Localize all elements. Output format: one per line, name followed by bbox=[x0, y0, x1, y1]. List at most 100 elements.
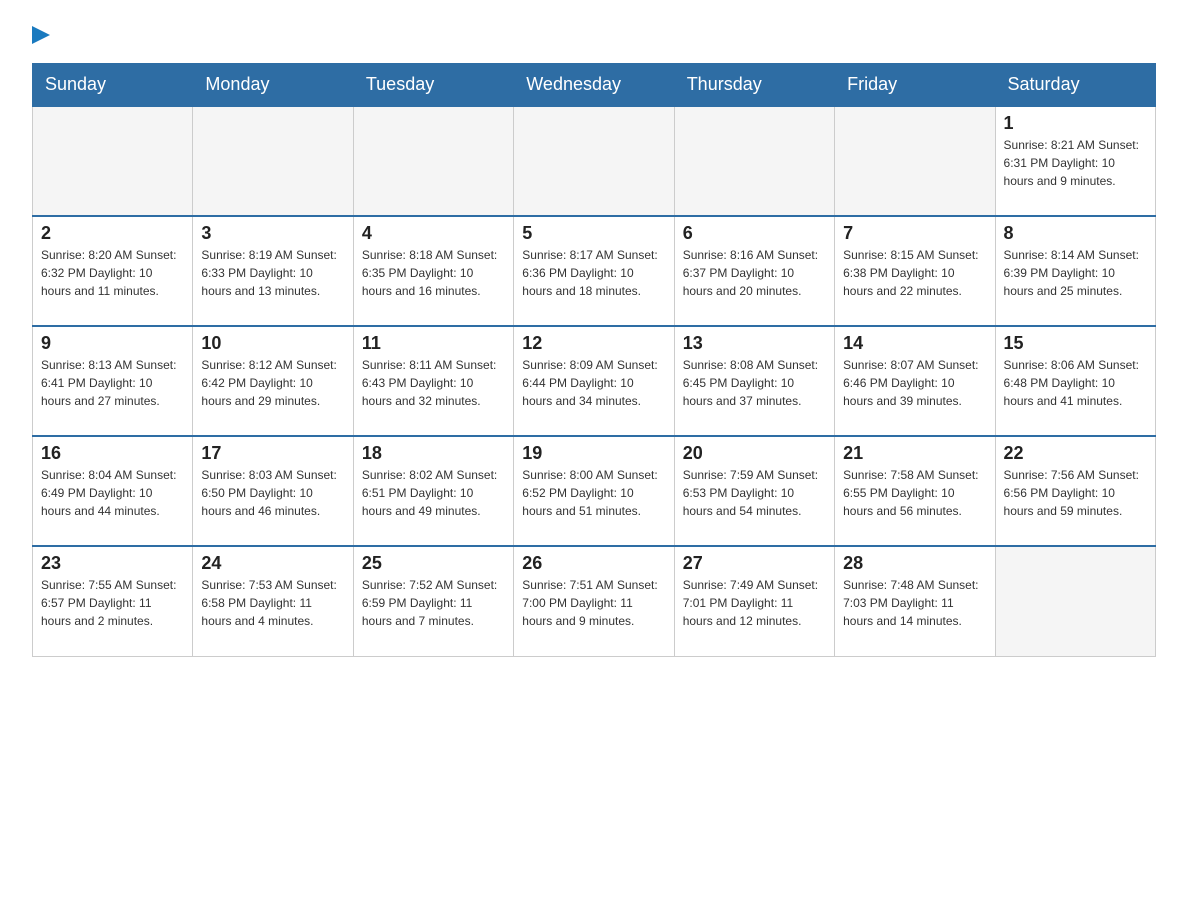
calendar-cell: 22Sunrise: 7:56 AM Sunset: 6:56 PM Dayli… bbox=[995, 436, 1155, 546]
calendar-cell: 21Sunrise: 7:58 AM Sunset: 6:55 PM Dayli… bbox=[835, 436, 995, 546]
day-info: Sunrise: 8:20 AM Sunset: 6:32 PM Dayligh… bbox=[41, 246, 184, 300]
day-info: Sunrise: 7:56 AM Sunset: 6:56 PM Dayligh… bbox=[1004, 466, 1147, 520]
day-number: 17 bbox=[201, 443, 344, 464]
day-number: 14 bbox=[843, 333, 986, 354]
calendar-cell: 28Sunrise: 7:48 AM Sunset: 7:03 PM Dayli… bbox=[835, 546, 995, 656]
calendar-cell bbox=[193, 106, 353, 216]
day-of-week-header: Thursday bbox=[674, 64, 834, 107]
day-info: Sunrise: 8:07 AM Sunset: 6:46 PM Dayligh… bbox=[843, 356, 986, 410]
day-number: 27 bbox=[683, 553, 826, 574]
calendar-header-row: SundayMondayTuesdayWednesdayThursdayFrid… bbox=[33, 64, 1156, 107]
calendar-cell: 14Sunrise: 8:07 AM Sunset: 6:46 PM Dayli… bbox=[835, 326, 995, 436]
day-info: Sunrise: 7:55 AM Sunset: 6:57 PM Dayligh… bbox=[41, 576, 184, 630]
calendar-cell: 26Sunrise: 7:51 AM Sunset: 7:00 PM Dayli… bbox=[514, 546, 674, 656]
calendar-cell: 27Sunrise: 7:49 AM Sunset: 7:01 PM Dayli… bbox=[674, 546, 834, 656]
day-info: Sunrise: 8:14 AM Sunset: 6:39 PM Dayligh… bbox=[1004, 246, 1147, 300]
day-number: 3 bbox=[201, 223, 344, 244]
day-info: Sunrise: 8:08 AM Sunset: 6:45 PM Dayligh… bbox=[683, 356, 826, 410]
calendar-cell: 6Sunrise: 8:16 AM Sunset: 6:37 PM Daylig… bbox=[674, 216, 834, 326]
logo-triangle-icon bbox=[32, 22, 50, 44]
calendar-cell: 10Sunrise: 8:12 AM Sunset: 6:42 PM Dayli… bbox=[193, 326, 353, 436]
day-number: 15 bbox=[1004, 333, 1147, 354]
calendar-cell: 16Sunrise: 8:04 AM Sunset: 6:49 PM Dayli… bbox=[33, 436, 193, 546]
day-number: 1 bbox=[1004, 113, 1147, 134]
day-info: Sunrise: 8:13 AM Sunset: 6:41 PM Dayligh… bbox=[41, 356, 184, 410]
day-info: Sunrise: 8:15 AM Sunset: 6:38 PM Dayligh… bbox=[843, 246, 986, 300]
calendar-cell bbox=[995, 546, 1155, 656]
day-info: Sunrise: 7:51 AM Sunset: 7:00 PM Dayligh… bbox=[522, 576, 665, 630]
day-info: Sunrise: 8:00 AM Sunset: 6:52 PM Dayligh… bbox=[522, 466, 665, 520]
day-of-week-header: Tuesday bbox=[353, 64, 513, 107]
calendar-cell: 4Sunrise: 8:18 AM Sunset: 6:35 PM Daylig… bbox=[353, 216, 513, 326]
calendar-cell: 13Sunrise: 8:08 AM Sunset: 6:45 PM Dayli… bbox=[674, 326, 834, 436]
calendar-cell: 25Sunrise: 7:52 AM Sunset: 6:59 PM Dayli… bbox=[353, 546, 513, 656]
day-info: Sunrise: 8:02 AM Sunset: 6:51 PM Dayligh… bbox=[362, 466, 505, 520]
day-number: 4 bbox=[362, 223, 505, 244]
calendar-cell: 3Sunrise: 8:19 AM Sunset: 6:33 PM Daylig… bbox=[193, 216, 353, 326]
day-number: 22 bbox=[1004, 443, 1147, 464]
page-header bbox=[32, 24, 1156, 51]
calendar-cell: 23Sunrise: 7:55 AM Sunset: 6:57 PM Dayli… bbox=[33, 546, 193, 656]
day-number: 20 bbox=[683, 443, 826, 464]
calendar-cell: 24Sunrise: 7:53 AM Sunset: 6:58 PM Dayli… bbox=[193, 546, 353, 656]
day-info: Sunrise: 7:59 AM Sunset: 6:53 PM Dayligh… bbox=[683, 466, 826, 520]
day-info: Sunrise: 7:49 AM Sunset: 7:01 PM Dayligh… bbox=[683, 576, 826, 630]
day-info: Sunrise: 7:52 AM Sunset: 6:59 PM Dayligh… bbox=[362, 576, 505, 630]
week-row: 2Sunrise: 8:20 AM Sunset: 6:32 PM Daylig… bbox=[33, 216, 1156, 326]
day-info: Sunrise: 8:03 AM Sunset: 6:50 PM Dayligh… bbox=[201, 466, 344, 520]
calendar-cell: 11Sunrise: 8:11 AM Sunset: 6:43 PM Dayli… bbox=[353, 326, 513, 436]
day-number: 16 bbox=[41, 443, 184, 464]
day-info: Sunrise: 8:04 AM Sunset: 6:49 PM Dayligh… bbox=[41, 466, 184, 520]
day-number: 21 bbox=[843, 443, 986, 464]
day-of-week-header: Monday bbox=[193, 64, 353, 107]
week-row: 9Sunrise: 8:13 AM Sunset: 6:41 PM Daylig… bbox=[33, 326, 1156, 436]
day-number: 24 bbox=[201, 553, 344, 574]
calendar-cell: 19Sunrise: 8:00 AM Sunset: 6:52 PM Dayli… bbox=[514, 436, 674, 546]
day-number: 26 bbox=[522, 553, 665, 574]
week-row: 23Sunrise: 7:55 AM Sunset: 6:57 PM Dayli… bbox=[33, 546, 1156, 656]
day-of-week-header: Friday bbox=[835, 64, 995, 107]
day-info: Sunrise: 8:17 AM Sunset: 6:36 PM Dayligh… bbox=[522, 246, 665, 300]
day-info: Sunrise: 7:53 AM Sunset: 6:58 PM Dayligh… bbox=[201, 576, 344, 630]
day-number: 9 bbox=[41, 333, 184, 354]
day-number: 5 bbox=[522, 223, 665, 244]
day-number: 6 bbox=[683, 223, 826, 244]
day-number: 19 bbox=[522, 443, 665, 464]
day-info: Sunrise: 8:12 AM Sunset: 6:42 PM Dayligh… bbox=[201, 356, 344, 410]
calendar-cell: 12Sunrise: 8:09 AM Sunset: 6:44 PM Dayli… bbox=[514, 326, 674, 436]
day-info: Sunrise: 8:21 AM Sunset: 6:31 PM Dayligh… bbox=[1004, 136, 1147, 190]
day-number: 2 bbox=[41, 223, 184, 244]
day-info: Sunrise: 8:09 AM Sunset: 6:44 PM Dayligh… bbox=[522, 356, 665, 410]
day-number: 13 bbox=[683, 333, 826, 354]
day-of-week-header: Wednesday bbox=[514, 64, 674, 107]
calendar-cell: 1Sunrise: 8:21 AM Sunset: 6:31 PM Daylig… bbox=[995, 106, 1155, 216]
day-info: Sunrise: 8:19 AM Sunset: 6:33 PM Dayligh… bbox=[201, 246, 344, 300]
day-of-week-header: Saturday bbox=[995, 64, 1155, 107]
day-of-week-header: Sunday bbox=[33, 64, 193, 107]
day-info: Sunrise: 7:48 AM Sunset: 7:03 PM Dayligh… bbox=[843, 576, 986, 630]
calendar-cell: 15Sunrise: 8:06 AM Sunset: 6:48 PM Dayli… bbox=[995, 326, 1155, 436]
calendar-cell bbox=[33, 106, 193, 216]
calendar-cell: 5Sunrise: 8:17 AM Sunset: 6:36 PM Daylig… bbox=[514, 216, 674, 326]
calendar-cell: 9Sunrise: 8:13 AM Sunset: 6:41 PM Daylig… bbox=[33, 326, 193, 436]
day-number: 18 bbox=[362, 443, 505, 464]
day-info: Sunrise: 8:11 AM Sunset: 6:43 PM Dayligh… bbox=[362, 356, 505, 410]
calendar-cell: 20Sunrise: 7:59 AM Sunset: 6:53 PM Dayli… bbox=[674, 436, 834, 546]
calendar-cell bbox=[353, 106, 513, 216]
day-number: 7 bbox=[843, 223, 986, 244]
day-number: 10 bbox=[201, 333, 344, 354]
day-number: 23 bbox=[41, 553, 184, 574]
week-row: 1Sunrise: 8:21 AM Sunset: 6:31 PM Daylig… bbox=[33, 106, 1156, 216]
calendar-cell bbox=[835, 106, 995, 216]
day-info: Sunrise: 7:58 AM Sunset: 6:55 PM Dayligh… bbox=[843, 466, 986, 520]
calendar-cell: 2Sunrise: 8:20 AM Sunset: 6:32 PM Daylig… bbox=[33, 216, 193, 326]
day-number: 25 bbox=[362, 553, 505, 574]
calendar-cell: 8Sunrise: 8:14 AM Sunset: 6:39 PM Daylig… bbox=[995, 216, 1155, 326]
calendar-cell: 17Sunrise: 8:03 AM Sunset: 6:50 PM Dayli… bbox=[193, 436, 353, 546]
day-number: 8 bbox=[1004, 223, 1147, 244]
week-row: 16Sunrise: 8:04 AM Sunset: 6:49 PM Dayli… bbox=[33, 436, 1156, 546]
day-number: 11 bbox=[362, 333, 505, 354]
calendar-cell bbox=[514, 106, 674, 216]
day-info: Sunrise: 8:18 AM Sunset: 6:35 PM Dayligh… bbox=[362, 246, 505, 300]
day-number: 12 bbox=[522, 333, 665, 354]
